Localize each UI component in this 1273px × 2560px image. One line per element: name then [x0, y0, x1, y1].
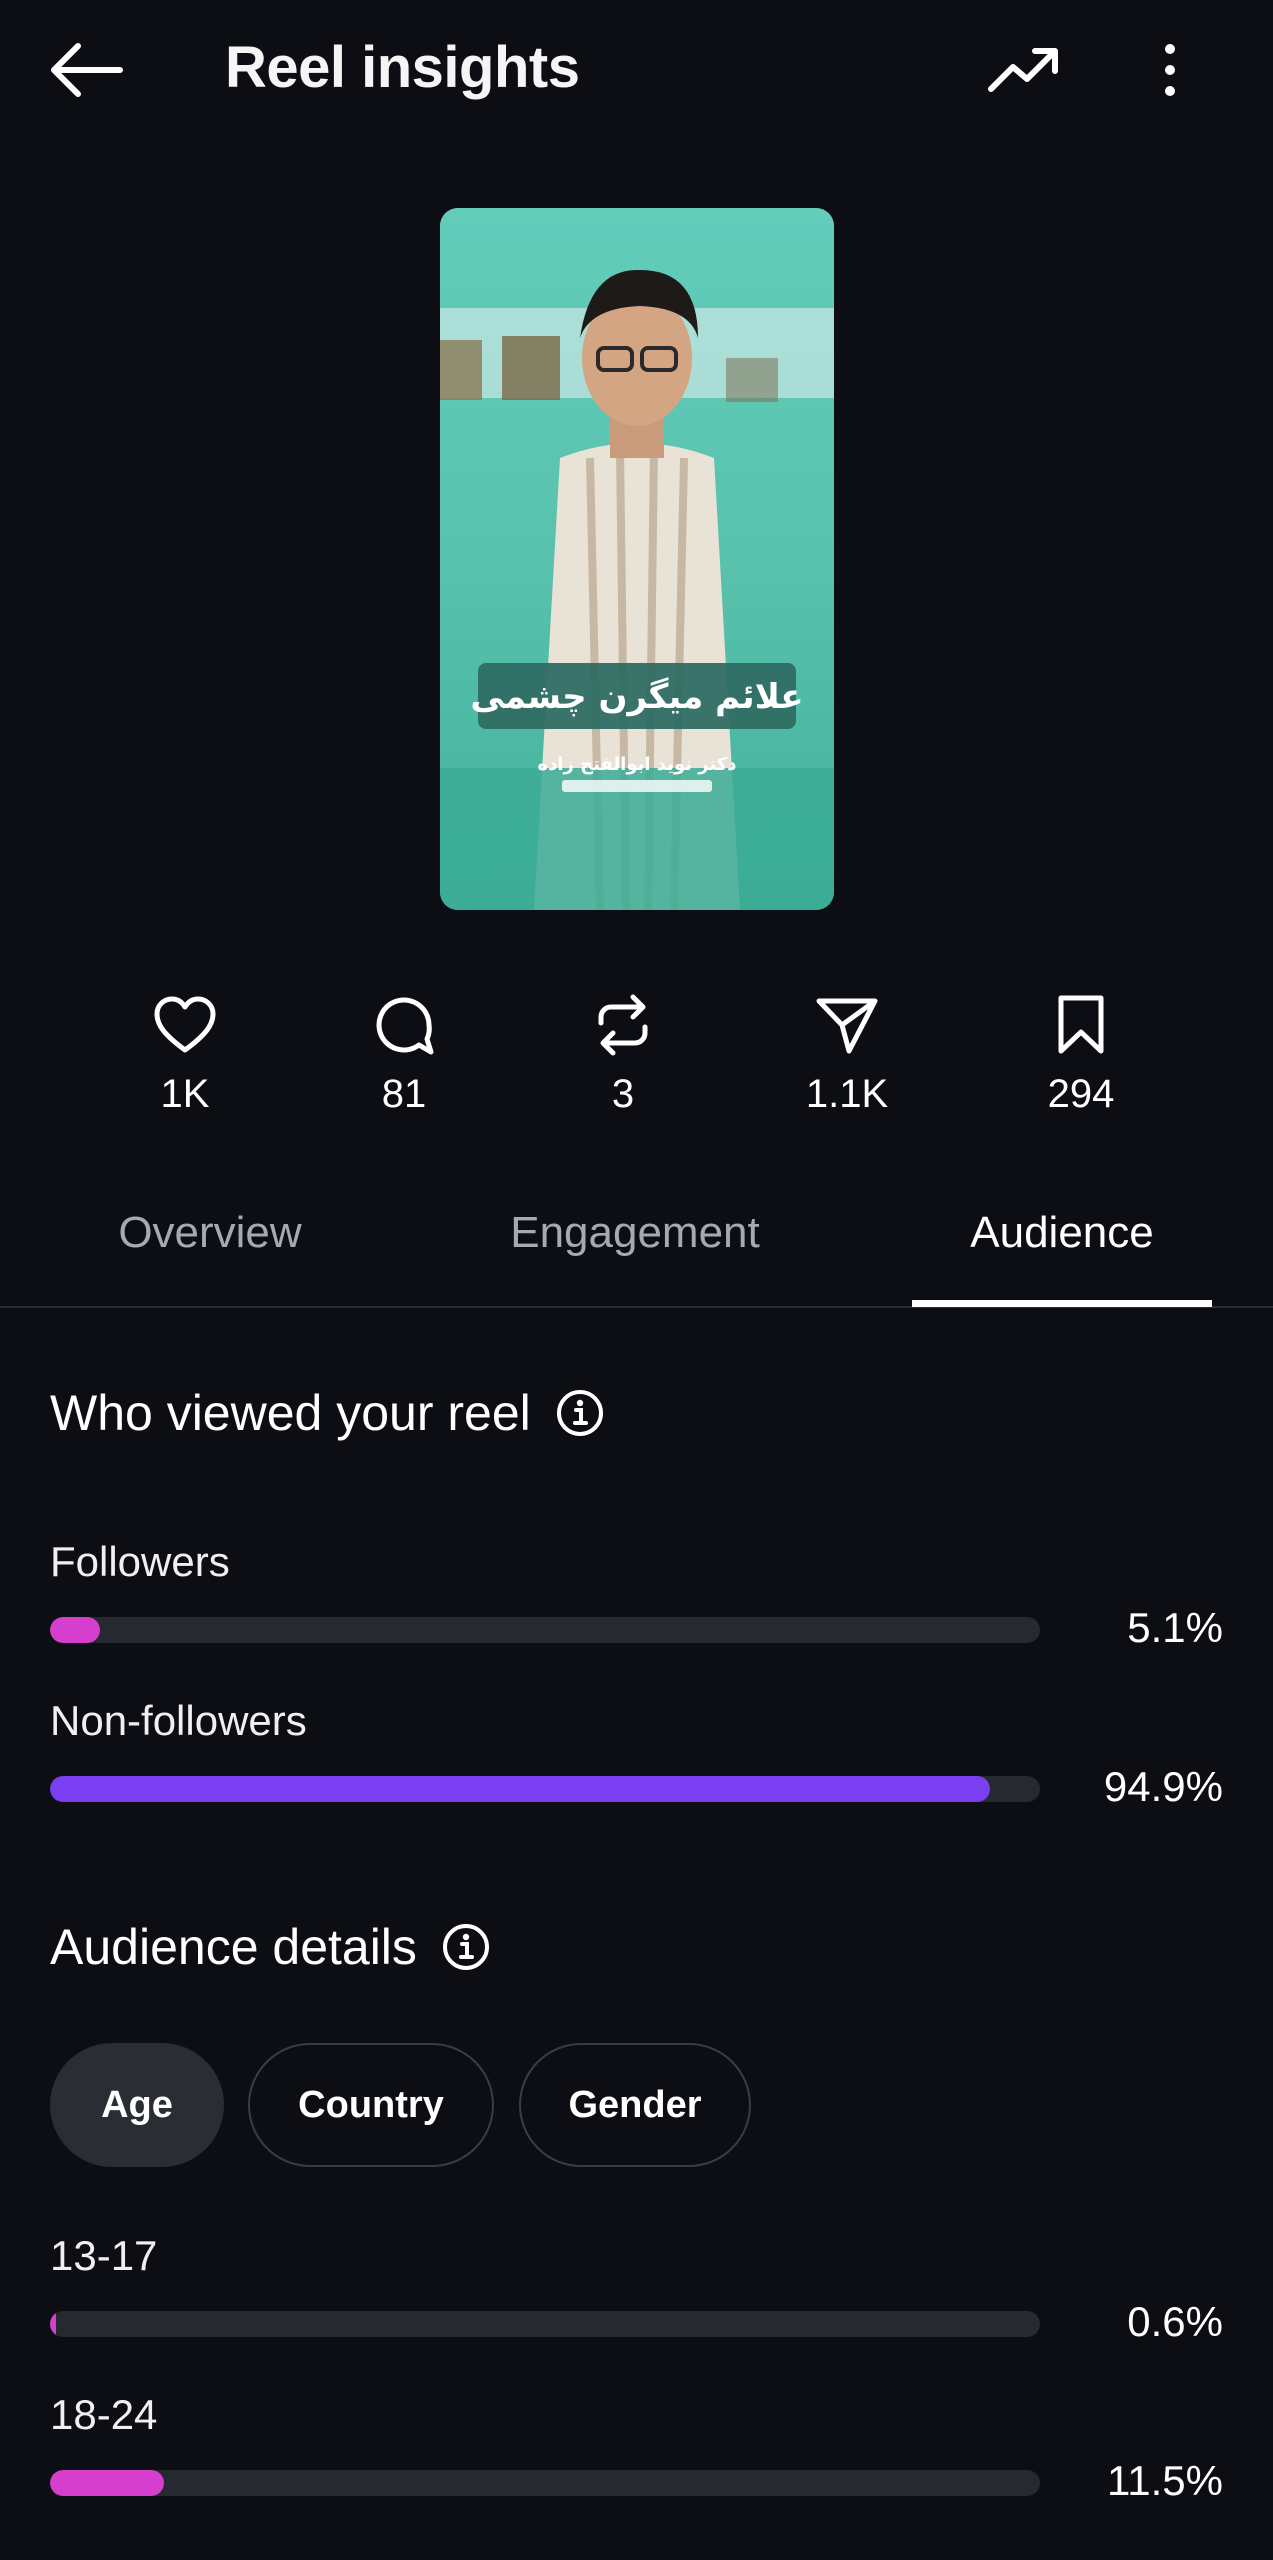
tab-overview[interactable]: Overview	[60, 1190, 360, 1308]
reel-thumbnail-image: علائم میگرن چشمی دکتر نوید ابوالفتح زاده	[440, 208, 834, 910]
reposts-stat: 3	[538, 990, 708, 1117]
more-options-button[interactable]	[1130, 30, 1210, 110]
followers-bar-fill	[50, 1617, 101, 1643]
bookmark-icon	[1058, 995, 1104, 1054]
info-icon[interactable]	[441, 1922, 491, 1972]
shares-stat: 1.1K	[762, 990, 932, 1117]
age-13-17-percent: 0.6%	[1127, 2298, 1223, 2345]
active-tab-indicator	[912, 1300, 1212, 1307]
trends-button[interactable]	[978, 30, 1068, 110]
send-icon	[816, 998, 878, 1054]
reel-caption-sub: دکتر نوید ابوالفتح زاده	[537, 754, 736, 775]
non-followers-bar-fill	[50, 1776, 990, 1802]
non-followers-bar-track	[50, 1776, 1040, 1802]
age-13-17-bar-fill	[50, 2311, 56, 2337]
chip-age[interactable]: Age	[50, 2043, 224, 2167]
likes-stat: 1K	[100, 990, 270, 1117]
age-13-17-bar-track	[50, 2311, 1040, 2337]
insights-tabs: Overview Engagement Audience	[0, 1190, 1273, 1308]
followers-bar-track	[50, 1617, 1040, 1643]
reel-stats: 1K 81 3 1.1K 294	[0, 990, 1273, 1140]
tab-engagement[interactable]: Engagement	[480, 1190, 790, 1308]
heart-icon	[154, 996, 216, 1053]
age-18-24-bar-track	[50, 2470, 1040, 2496]
audience-details-heading: Audience details	[50, 1918, 491, 1976]
repost-icon	[598, 994, 648, 1056]
more-vertical-icon	[1165, 44, 1175, 96]
audience-details-title: Audience details	[50, 1919, 417, 1975]
saves-stat: 294	[996, 990, 1166, 1117]
age-13-17-label: 13-17	[50, 2232, 158, 2279]
non-followers-label: Non-followers	[50, 1697, 307, 1744]
saves-count: 294	[1047, 1072, 1115, 1116]
age-18-24-label: 18-24	[50, 2391, 158, 2438]
followers-label: Followers	[50, 1538, 230, 1585]
followers-percent: 5.1%	[1127, 1604, 1223, 1651]
reposts-count: 3	[611, 1072, 635, 1116]
comments-count: 81	[381, 1072, 427, 1116]
comments-stat: 81	[319, 990, 489, 1117]
age-18-24-bar-fill	[50, 2470, 164, 2496]
chip-country[interactable]: Country	[248, 2043, 494, 2167]
info-icon[interactable]	[555, 1388, 605, 1438]
who-viewed-heading: Who viewed your reel	[50, 1384, 605, 1442]
tab-audience[interactable]: Audience	[912, 1190, 1212, 1308]
chip-gender[interactable]: Gender	[519, 2043, 751, 2167]
back-button[interactable]	[42, 30, 132, 110]
top-bar: Reel insights	[0, 0, 1273, 140]
shares-count: 1.1K	[805, 1072, 889, 1116]
reel-thumbnail[interactable]: علائم میگرن چشمی دکتر نوید ابوالفتح زاده	[440, 208, 834, 910]
arrow-left-icon	[51, 43, 123, 97]
reel-caption-main: علائم میگرن چشمی	[470, 677, 803, 717]
trending-up-icon	[988, 48, 1058, 92]
page-title: Reel insights	[225, 35, 580, 100]
who-viewed-title: Who viewed your reel	[50, 1385, 531, 1441]
comment-icon	[376, 997, 434, 1055]
likes-count: 1K	[160, 1072, 210, 1116]
age-18-24-percent: 11.5%	[1107, 2457, 1223, 2504]
non-followers-percent: 94.9%	[1103, 1763, 1223, 1810]
